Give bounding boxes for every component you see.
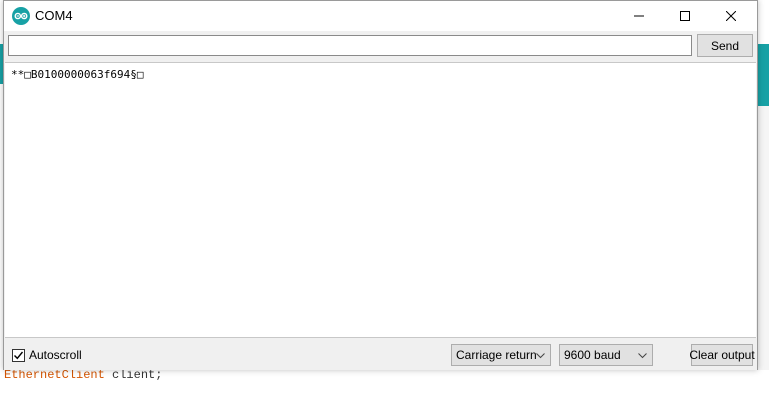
send-row: Send <box>4 31 757 61</box>
close-icon <box>726 11 736 21</box>
autoscroll-toggle[interactable]: Autoscroll <box>12 348 82 362</box>
serial-input[interactable] <box>8 35 692 56</box>
minimize-button[interactable] <box>616 1 662 31</box>
maximize-icon <box>680 11 690 21</box>
code-type-token: EthernetClient <box>4 368 105 382</box>
minimize-icon <box>634 15 644 17</box>
window-title: COM4 <box>35 8 73 23</box>
chevron-down-icon <box>638 353 647 359</box>
bottom-bar: Autoscroll Carriage return 9600 baud Cle… <box>4 339 757 370</box>
background-ide-toolbar-right <box>758 44 769 106</box>
maximize-button[interactable] <box>662 1 708 31</box>
autoscroll-checkbox[interactable] <box>12 348 25 362</box>
line-ending-select[interactable]: Carriage return <box>451 344 551 366</box>
send-button[interactable]: Send <box>697 34 753 57</box>
serial-output[interactable]: **□B0100000063f694§□ <box>5 62 756 338</box>
line-ending-value: Carriage return <box>456 348 537 362</box>
baud-rate-value: 9600 baud <box>564 348 621 362</box>
title-bar[interactable]: COM4 <box>4 1 757 31</box>
output-line: **□B0100000063f694§□ <box>11 68 144 81</box>
clear-output-button[interactable]: Clear output <box>689 344 755 366</box>
background-code-line: EthernetClient client; <box>4 368 162 382</box>
checkmark-icon <box>14 351 24 359</box>
chevron-down-icon <box>536 353 545 359</box>
code-rest-token: client; <box>104 368 163 382</box>
serial-monitor-window: COM4 Send **□B0100000063f694§□ Autoscrol… <box>3 0 758 370</box>
background-ide-editor-right <box>758 106 769 370</box>
autoscroll-label: Autoscroll <box>29 348 82 362</box>
baud-rate-select[interactable]: 9600 baud <box>559 344 653 366</box>
arduino-icon <box>12 7 30 25</box>
close-button[interactable] <box>708 1 754 31</box>
